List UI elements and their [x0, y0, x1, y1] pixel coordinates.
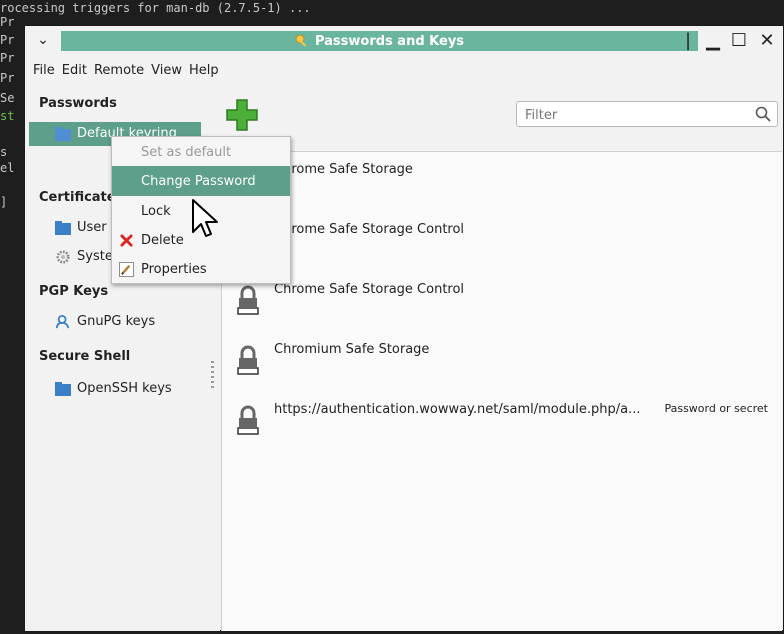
terminal-line: el — [0, 161, 15, 175]
menu-item-label: Properties — [141, 261, 207, 277]
title-divider: | — [684, 29, 692, 51]
filter-field[interactable] — [516, 101, 778, 127]
folder-icon — [55, 381, 71, 396]
sidebar-item-label: User — [77, 220, 107, 235]
menu-item-label: Lock — [141, 203, 171, 219]
cursor-icon — [192, 199, 218, 237]
terminal-line: s — [0, 145, 8, 159]
list-item[interactable]: Chromium Safe Storage — [222, 332, 782, 392]
pencil-icon — [118, 261, 134, 277]
list-item[interactable]: Chrome Safe Storage Control — [222, 272, 782, 332]
splitter-grip — [211, 361, 214, 391]
maximize-icon: ☐ — [730, 29, 748, 51]
plus-icon — [226, 99, 258, 131]
sidebar-item-openssh[interactable]: OpenSSH keys — [55, 381, 172, 396]
menu-item-set-as-default[interactable]: Set as default — [112, 137, 290, 167]
item-name: Chrome Safe Storage Control — [274, 222, 465, 237]
window-title-bar[interactable]: Passwords and Keys — [61, 31, 698, 51]
title-bar: ⌄ Passwords and Keys | ▁ ☐ ✕ — [25, 26, 783, 54]
passwords-and-keys-window: ⌄ Passwords and Keys | ▁ ☐ ✕ File Edit R… — [24, 25, 784, 631]
item-name: https://authentication.wowway.net/saml/m… — [274, 402, 641, 417]
menu-file[interactable]: File — [33, 63, 55, 78]
sidebar-heading-passwords: Passwords — [39, 96, 117, 111]
window-title: Passwords and Keys — [314, 33, 465, 49]
minimize-icon: ▁ — [706, 29, 720, 51]
sidebar-item-label: OpenSSH keys — [77, 381, 172, 396]
lock-icon — [237, 405, 259, 435]
sidebar-heading-ssh: Secure Shell — [39, 349, 131, 364]
sidebar-heading-pgp: PGP Keys — [39, 284, 109, 299]
item-name: Chrome Safe Storage Control — [274, 282, 465, 297]
menu-help[interactable]: Help — [189, 63, 219, 78]
menu-edit[interactable]: Edit — [62, 63, 87, 78]
menu-item-properties[interactable]: Properties — [112, 254, 290, 284]
item-name: Chrome Safe Storage — [274, 162, 413, 177]
maximize-button[interactable]: ☐ — [727, 29, 751, 51]
terminal-line: ] — [0, 195, 8, 209]
item-type: Password or secret — [664, 402, 768, 415]
add-button[interactable] — [225, 98, 259, 132]
person-icon — [56, 314, 70, 328]
delete-icon — [118, 232, 134, 248]
list-item[interactable]: https://authentication.wowway.net/saml/m… — [222, 392, 782, 452]
key-icon — [295, 34, 307, 47]
sidebar-item-user[interactable]: User — [55, 220, 107, 235]
folder-icon — [55, 220, 71, 235]
filter-input[interactable] — [523, 105, 747, 125]
folder-icon — [55, 126, 71, 141]
terminal-line: rocessing triggers for man-db (2.7.5-1) … — [0, 1, 311, 15]
terminal-line: Pr — [0, 33, 15, 47]
menu-bar: File Edit Remote View Help — [25, 58, 783, 82]
search-icon[interactable] — [755, 106, 771, 122]
window-menu-button[interactable]: ⌄ — [33, 30, 53, 50]
lock-icon — [237, 285, 259, 315]
menu-view[interactable]: View — [151, 63, 182, 78]
menu-item-label: Set as default — [141, 144, 232, 160]
terminal-line: Se — [0, 91, 15, 105]
items-list: Chrome Safe Storage Chrome Safe Storage … — [221, 151, 782, 631]
terminal-line: Pr — [0, 15, 15, 29]
menu-item-label: Change Password — [141, 173, 256, 189]
sidebar-item-label: GnuPG keys — [77, 314, 156, 329]
list-item[interactable]: Chrome Safe Storage Control — [222, 212, 782, 272]
terminal-line: Pr — [0, 51, 15, 65]
gear-icon — [56, 249, 70, 264]
terminal-line: Pr — [0, 71, 15, 85]
sidebar-item-gnupg[interactable]: GnuPG keys — [55, 314, 155, 329]
lock-icon — [237, 345, 259, 375]
menu-remote[interactable]: Remote — [94, 63, 144, 78]
terminal-line: st — [0, 109, 15, 123]
minimize-button[interactable]: ▁ — [701, 29, 725, 51]
menu-item-change-password[interactable]: Change Password — [112, 166, 290, 196]
menu-item-label: Delete — [141, 232, 184, 248]
chevron-down-icon: ⌄ — [37, 32, 49, 48]
list-item[interactable]: Chrome Safe Storage — [222, 152, 782, 212]
close-icon: ✕ — [759, 29, 775, 51]
close-button[interactable]: ✕ — [755, 29, 779, 51]
item-name: Chromium Safe Storage — [274, 342, 430, 357]
